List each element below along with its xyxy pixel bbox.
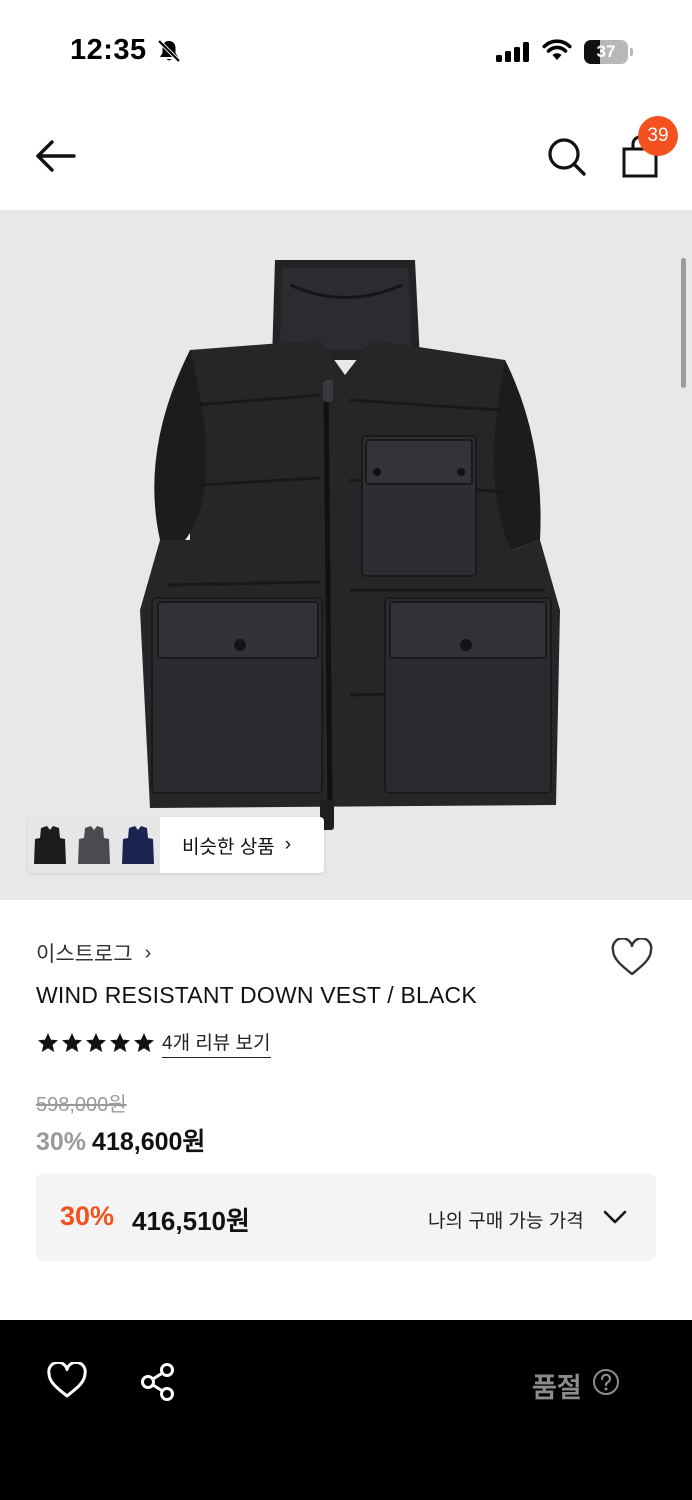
review-link[interactable]: 4개 리뷰 보기 [162,1028,271,1058]
charcoal-vest-thumbnail[interactable] [72,817,116,873]
heart-icon[interactable] [46,1362,88,1400]
my-price-dropdown[interactable]: 30% 416,510원 나의 구매 가능 가격 [36,1173,656,1261]
similar-products-label: 비슷한 상품 [182,836,275,858]
my-discount-rate: 30% [60,1201,115,1231]
cart-count-badge: 39 [638,116,678,156]
help-icon[interactable] [592,1368,620,1396]
rating-row: 4개 리뷰 보기 [36,1028,271,1058]
brand-name: 이스트로그 [36,943,133,966]
chevron-down-icon [603,1210,627,1224]
product-title: WIND RESISTANT DOWN VEST / BLACK [36,982,477,1008]
back-arrow-icon[interactable] [30,136,82,176]
sold-out-label: 품절 [532,1373,582,1403]
status-time: 12:35 [70,34,147,66]
bottom-action-bar: 품절 [0,1320,692,1500]
wifi-icon [542,39,572,60]
wishlist-heart-icon[interactable] [610,938,654,978]
sale-price-row: 30% 418,600원 [36,1122,205,1158]
star-icon [110,1033,130,1052]
chevron-right-icon: › [144,941,152,964]
star-icon [62,1033,82,1052]
status-bar: 12:35 37 [0,0,692,100]
star-icon [134,1033,154,1052]
original-price: 598,000원 [36,1094,127,1116]
rating-stars [36,1031,156,1055]
cellular-signal-icon [496,42,529,62]
discount-rate: 30% [36,1128,87,1156]
similar-products-button[interactable]: 비슷한 상품 › [28,817,324,873]
nav-bar [0,100,692,210]
chevron-right-icon: › [284,834,292,855]
product-image[interactable]: 비슷한 상품 › [0,210,692,900]
down-vest-image [140,260,560,830]
star-icon [38,1033,58,1052]
my-price: 416,510원 [132,1206,250,1236]
battery-level: 37 [596,42,616,61]
black-vest-thumbnail[interactable] [28,817,72,873]
sale-price: 418,600원 [92,1128,206,1156]
battery-indicator: 37 [584,40,633,64]
bell-muted-icon [157,39,181,63]
navy-vest-thumbnail[interactable] [116,817,160,873]
brand-link[interactable]: 이스트로그 › [36,938,151,968]
share-icon[interactable] [138,1362,178,1402]
search-icon[interactable] [544,134,590,180]
star-icon [86,1033,106,1052]
image-scroll-indicator [681,258,686,388]
my-price-label: 나의 구매 가능 가격 [428,1211,584,1232]
